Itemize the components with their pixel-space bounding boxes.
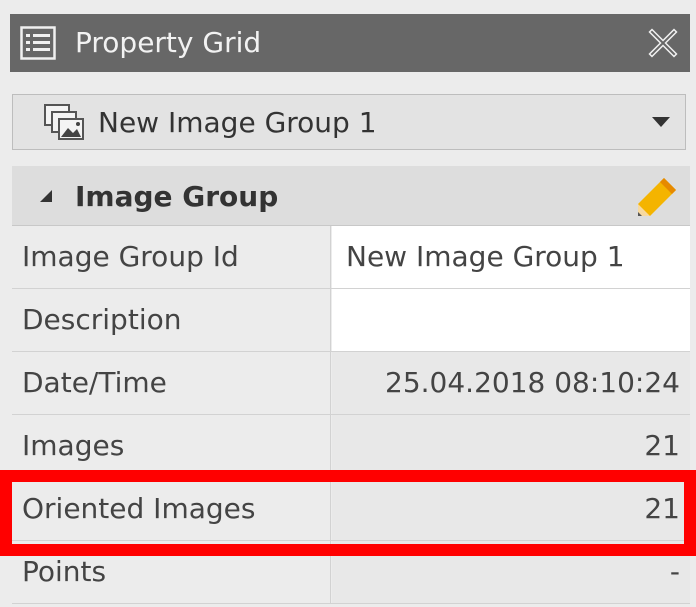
property-row-points[interactable]: Points - xyxy=(12,541,690,604)
property-grid-panel: Property Grid New Image Group 1 Image Gr… xyxy=(0,0,696,607)
property-name: Date/Time xyxy=(22,366,167,399)
close-pin-icon[interactable] xyxy=(648,28,678,58)
property-grid-icon xyxy=(20,26,56,60)
property-name: Points xyxy=(22,555,107,588)
category-header-image-group: Image Group xyxy=(12,166,690,226)
property-row-oriented-images[interactable]: Oriented Images 21 xyxy=(12,478,690,541)
chevron-down-icon[interactable] xyxy=(651,115,671,129)
selector-value: New Image Group 1 xyxy=(98,106,377,139)
pencil-icon[interactable] xyxy=(634,174,680,220)
title-bar: Property Grid xyxy=(10,14,690,72)
property-rows: Image Group Id New Image Group 1 Descrip… xyxy=(12,226,690,604)
property-name: Image Group Id xyxy=(22,240,239,273)
property-value: 21 xyxy=(644,492,680,525)
property-row-image-group-id[interactable]: Image Group Id New Image Group 1 xyxy=(12,226,690,289)
property-name-cell: Images xyxy=(12,415,331,477)
property-row-images[interactable]: Images 21 xyxy=(12,415,690,478)
description-field[interactable] xyxy=(332,289,690,351)
property-name-cell: Oriented Images xyxy=(12,478,331,540)
image-group-id-field[interactable]: New Image Group 1 xyxy=(332,226,690,288)
date-time-value: 25.04.2018 08:10:24 xyxy=(332,352,690,414)
property-name-cell: Points xyxy=(12,541,331,603)
property-value: 21 xyxy=(644,429,680,462)
property-value: New Image Group 1 xyxy=(346,240,625,273)
property-name-cell: Date/Time xyxy=(12,352,331,414)
category-title: Image Group xyxy=(75,180,279,213)
property-name-cell: Description xyxy=(12,289,331,351)
panel-title: Property Grid xyxy=(75,26,262,59)
property-row-date-time[interactable]: Date/Time 25.04.2018 08:10:24 xyxy=(12,352,690,415)
object-selector-dropdown[interactable]: New Image Group 1 xyxy=(12,94,686,150)
property-name: Images xyxy=(22,429,125,462)
points-value: - xyxy=(332,541,690,603)
property-name-cell: Image Group Id xyxy=(12,226,331,288)
image-group-icon xyxy=(44,104,84,140)
property-name: Oriented Images xyxy=(22,492,256,525)
property-value: - xyxy=(669,555,680,588)
property-value: 25.04.2018 08:10:24 xyxy=(385,366,680,399)
triangle-collapse-icon[interactable] xyxy=(38,188,54,204)
property-row-description[interactable]: Description xyxy=(12,289,690,352)
property-name: Description xyxy=(22,303,182,336)
oriented-images-value: 21 xyxy=(332,478,690,540)
images-value: 21 xyxy=(332,415,690,477)
